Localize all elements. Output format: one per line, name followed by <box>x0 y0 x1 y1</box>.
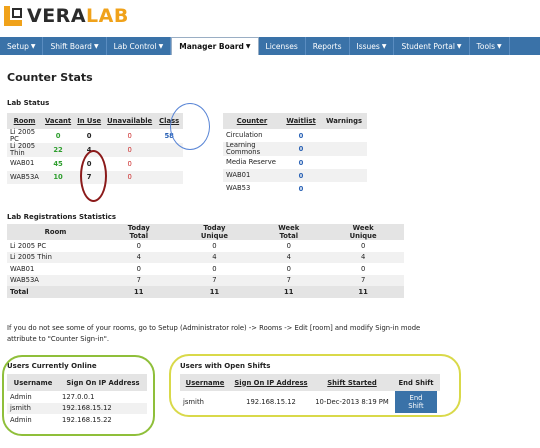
table-row: Admin 192.168.15.22 <box>10 415 112 424</box>
nav-setup[interactable]: Setup ▼ <box>0 37 44 55</box>
counter-table: Counter Waitlist Warnings Circulation 0 … <box>223 113 367 195</box>
col-ip: Sign On IP Address <box>59 374 147 391</box>
table-row: Li 2005 PC 0 0 0 58 <box>7 129 184 143</box>
chevron-down-icon: ▼ <box>158 42 164 50</box>
table-header-row: Room Today Total Today Unique Week Total We… <box>7 224 404 240</box>
table-row: Li 2005 Thin 22 4 0 <box>7 143 184 157</box>
table-header-row: Username Sign On IP Address Shift Starte… <box>180 374 440 391</box>
chevron-down-icon: ▼ <box>456 42 462 50</box>
nav-reports[interactable]: Reports <box>306 37 350 55</box>
lab-status-title: Lab Status <box>7 99 50 107</box>
col-waitlist[interactable]: Waitlist <box>281 113 321 129</box>
col-warnings: Warnings <box>321 113 367 129</box>
col-shift-started[interactable]: Shift Started <box>312 374 392 391</box>
users-online-title: Users Currently Online <box>7 362 97 370</box>
col-ip[interactable]: Sign On IP Address <box>230 374 312 391</box>
table-header-row: Counter Waitlist Warnings <box>223 113 367 129</box>
chevron-down-icon: ▼ <box>245 43 251 50</box>
nav-shift-board[interactable]: Shift Board ▼ <box>43 37 107 55</box>
table-row: Learning Commons 0 <box>223 142 367 156</box>
col-week-total: Week Total <box>255 224 323 240</box>
chevron-down-icon: ▼ <box>381 42 387 50</box>
col-username[interactable]: Username <box>180 374 230 391</box>
end-shift-button[interactable]: End Shift <box>395 391 437 413</box>
col-counter[interactable]: Counter <box>223 113 281 129</box>
page-title: Counter Stats <box>7 71 93 84</box>
setup-hint-text: If you do not see some of your rooms, go… <box>7 324 421 343</box>
table-header-row: Username Sign On IP Address <box>7 374 147 391</box>
col-end-shift: End Shift <box>392 374 440 391</box>
main-nav: Setup ▼ Shift Board ▼ Lab Control ▼ Manager… <box>0 37 540 55</box>
table-row: jsmith 192.168.15.12 10-Dec-2013 8:19 PM… <box>180 391 440 413</box>
col-room[interactable]: Room <box>7 113 42 129</box>
nav-student-portal[interactable]: Student Portal ▼ <box>394 37 470 55</box>
table-row: Li 2005 Thin 4 4 4 4 <box>7 251 404 263</box>
open-shifts-table: Username Sign On IP Address Shift Starte… <box>180 374 440 413</box>
table-row: WAB01 45 0 0 <box>7 157 184 171</box>
col-unavailable[interactable]: Unavailable <box>104 113 156 129</box>
chevron-down-icon: ▼ <box>497 42 502 50</box>
chevron-down-icon: ▼ <box>30 42 36 50</box>
nav-issues[interactable]: Issues ▼ <box>350 37 395 55</box>
total-row: Total 11 11 11 11 <box>7 286 404 298</box>
col-in-use[interactable]: In Use <box>74 113 105 129</box>
col-week-unique: Week Unique <box>322 224 404 240</box>
col-vacant[interactable]: Vacant <box>41 113 75 129</box>
users-online-table: Username Sign On IP Address Admin 127.0.… <box>7 374 147 426</box>
col-today-unique: Today Unique <box>173 224 256 240</box>
table-row: WAB53A 7 7 7 7 <box>7 274 404 286</box>
registrations-title: Lab Registrations Statistics <box>7 213 117 221</box>
table-row: Media Reserve 0 <box>226 158 304 167</box>
table-row: WAB01 0 0 0 0 <box>10 264 366 273</box>
table-row: WAB53A 10 7 0 <box>7 170 184 184</box>
nav-lab-control[interactable]: Lab Control ▼ <box>107 37 172 55</box>
registrations-table: Room Today Total Today Unique Week Total We… <box>7 224 404 298</box>
open-shifts-title: Users with Open Shifts <box>180 362 271 370</box>
table-header-row: Room Vacant In Use Unavailable Class <box>7 113 184 129</box>
veralab-logo-icon <box>4 6 24 26</box>
col-today-total: Today Total <box>104 224 174 240</box>
nav-licenses[interactable]: Licenses <box>259 37 306 55</box>
col-room: Room <box>7 224 104 240</box>
table-row: jsmith 192.168.15.12 <box>7 402 147 414</box>
table-row: WAB53 0 <box>226 184 304 193</box>
table-row: Admin 127.0.0.1 <box>10 392 95 401</box>
table-row: WAB01 0 <box>223 169 367 182</box>
col-username: Username <box>7 374 59 391</box>
brand-name: VERALAB <box>27 5 129 27</box>
chevron-down-icon: ▼ <box>93 42 99 50</box>
nav-tools[interactable]: Tools ▼ <box>470 37 510 55</box>
lab-status-table: Room Vacant In Use Unavailable Class Li … <box>7 113 184 184</box>
col-class[interactable]: Class <box>155 113 184 129</box>
nav-manager-board[interactable]: Manager Board ▼ <box>171 37 259 55</box>
table-row: Li 2005 PC 0 0 0 0 <box>10 241 366 250</box>
veralab-logo[interactable]: VERALAB <box>4 5 129 27</box>
